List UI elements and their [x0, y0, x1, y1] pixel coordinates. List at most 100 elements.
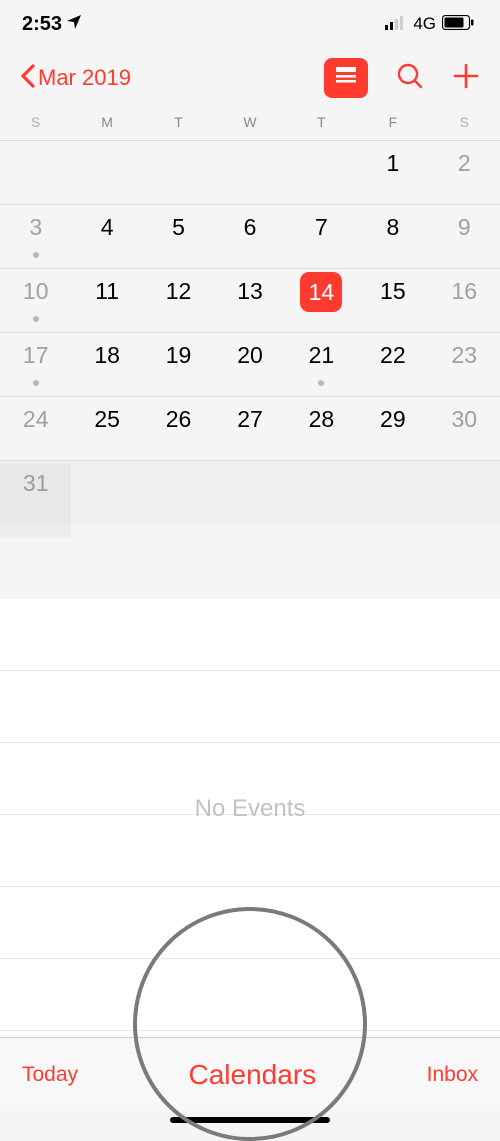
day-cell[interactable]: 26: [143, 397, 214, 460]
day-cell: [0, 141, 71, 204]
day-number: 9: [458, 214, 471, 241]
day-cell: [429, 461, 500, 525]
day-cell[interactable]: 11: [71, 269, 142, 332]
day-cell: [286, 461, 357, 525]
nav-bar: Mar 2019: [0, 48, 500, 108]
day-number: 20: [237, 342, 263, 369]
day-cell[interactable]: 19: [143, 333, 214, 396]
location-icon: [66, 13, 82, 36]
day-number: 30: [451, 406, 477, 433]
day-cell: [357, 461, 428, 525]
week-row: 10 11 12 13 14 15 16: [0, 269, 500, 333]
day-number: 24: [23, 406, 49, 433]
weekday-label: S: [429, 114, 500, 130]
day-number: 1: [386, 150, 399, 177]
event-dot-icon: [33, 252, 39, 258]
view-toggle-button[interactable]: [324, 58, 368, 98]
day-number: 28: [309, 406, 335, 433]
day-cell[interactable]: 15: [357, 269, 428, 332]
day-number: 19: [166, 342, 192, 369]
event-row: [0, 887, 500, 959]
day-number: 4: [101, 214, 114, 241]
day-cell: [286, 141, 357, 204]
weekday-label: F: [357, 114, 428, 130]
day-cell[interactable]: 3: [0, 205, 71, 268]
day-number: 14: [300, 272, 342, 312]
week-row: 12: [0, 141, 500, 205]
day-cell[interactable]: 5: [143, 205, 214, 268]
back-label: Mar 2019: [38, 65, 131, 91]
day-cell[interactable]: 1: [357, 141, 428, 204]
day-cell[interactable]: 30: [429, 397, 500, 460]
weekday-label: T: [143, 114, 214, 130]
battery-icon: [442, 13, 474, 36]
today-button[interactable]: Today: [22, 1063, 78, 1087]
day-cell[interactable]: 24: [0, 397, 71, 460]
day-number: 16: [451, 278, 477, 305]
inbox-button[interactable]: Inbox: [427, 1063, 478, 1087]
day-cell[interactable]: 29: [357, 397, 428, 460]
day-number: 29: [380, 406, 406, 433]
day-cell[interactable]: 16: [429, 269, 500, 332]
day-number: 18: [94, 342, 120, 369]
search-button[interactable]: [396, 62, 424, 95]
events-list[interactable]: No Events: [0, 599, 500, 1099]
day-cell[interactable]: 28: [286, 397, 357, 460]
bottom-toolbar: Today Calendars Inbox: [0, 1037, 500, 1111]
day-cell[interactable]: 9: [429, 205, 500, 268]
day-number: 10: [23, 278, 49, 305]
day-number: 17: [23, 342, 49, 369]
trailing-shade: [0, 464, 71, 538]
day-cell[interactable]: 14: [286, 269, 357, 332]
day-cell: [214, 141, 285, 204]
day-cell[interactable]: 23: [429, 333, 500, 396]
day-number: 7: [315, 214, 328, 241]
weekday-label: T: [286, 114, 357, 130]
week-row: 3 4 5 6 7 8 9: [0, 205, 500, 269]
add-button[interactable]: [452, 62, 480, 95]
day-cell[interactable]: 17: [0, 333, 71, 396]
day-cell: [143, 461, 214, 525]
day-cell[interactable]: 8: [357, 205, 428, 268]
day-cell[interactable]: 6: [214, 205, 285, 268]
event-row: [0, 599, 500, 671]
day-number: 12: [166, 278, 192, 305]
day-cell: [143, 141, 214, 204]
day-cell[interactable]: 2: [429, 141, 500, 204]
day-number: 27: [237, 406, 263, 433]
day-number: 22: [380, 342, 406, 369]
day-number: 8: [386, 214, 399, 241]
day-number: 25: [94, 406, 120, 433]
day-cell[interactable]: 25: [71, 397, 142, 460]
home-indicator[interactable]: [170, 1117, 330, 1123]
back-button[interactable]: Mar 2019: [20, 64, 131, 93]
weekday-label: S: [0, 114, 71, 130]
day-cell[interactable]: 21: [286, 333, 357, 396]
day-number: 21: [309, 342, 335, 369]
day-cell[interactable]: 13: [214, 269, 285, 332]
day-cell[interactable]: 4: [71, 205, 142, 268]
calendars-button[interactable]: Calendars: [189, 1059, 317, 1091]
plus-icon: [452, 62, 480, 90]
day-number: 11: [95, 278, 119, 305]
event-row: [0, 671, 500, 743]
status-time: 2:53: [22, 13, 62, 36]
day-cell[interactable]: 18: [71, 333, 142, 396]
day-number: 13: [237, 278, 263, 305]
day-number: 2: [458, 150, 471, 177]
day-cell[interactable]: 10: [0, 269, 71, 332]
day-number: 15: [380, 278, 406, 305]
no-events-label: No Events: [0, 795, 500, 823]
day-cell[interactable]: 27: [214, 397, 285, 460]
day-cell[interactable]: 20: [214, 333, 285, 396]
week-row: 31: [0, 461, 500, 525]
event-dot-icon: [33, 380, 39, 386]
weekday-label: M: [71, 114, 142, 130]
day-cell[interactable]: 12: [143, 269, 214, 332]
day-cell: [214, 461, 285, 525]
day-number: 5: [172, 214, 185, 241]
weekday-header: S M T W T F S: [0, 108, 500, 141]
day-number: 3: [29, 214, 42, 241]
day-cell[interactable]: 22: [357, 333, 428, 396]
day-cell[interactable]: 7: [286, 205, 357, 268]
